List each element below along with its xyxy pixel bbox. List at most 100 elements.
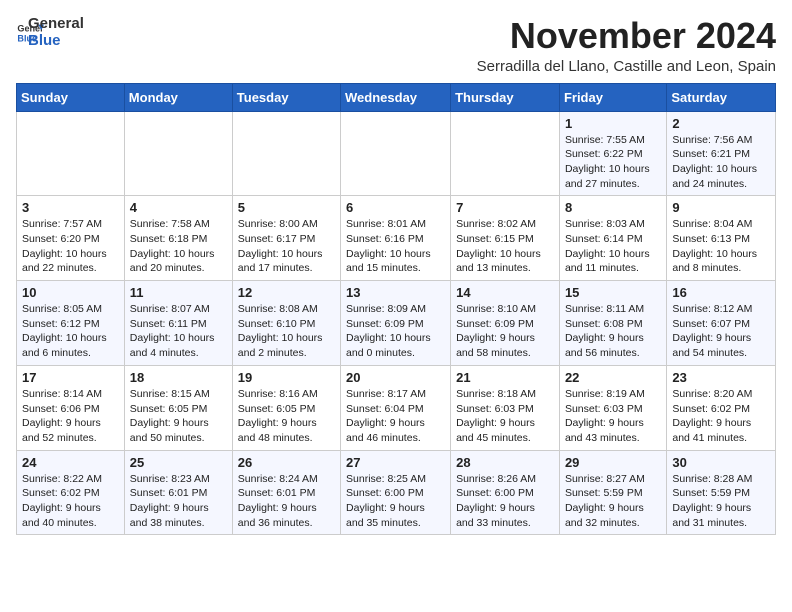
calendar-cell: 2 Sunrise: 7:56 AMSunset: 6:21 PMDaylight…	[667, 111, 776, 196]
subtitle: Serradilla del Llano, Castille and Leon,…	[477, 58, 776, 75]
weekday-header: Sunday	[17, 83, 125, 111]
calendar-week-row: 24 Sunrise: 8:22 AMSunset: 6:02 PMDayligh…	[17, 450, 776, 535]
page-header: General Blue General Blue November 2024 …	[16, 16, 776, 75]
day-number: 7	[456, 200, 554, 215]
day-number: 9	[672, 200, 770, 215]
calendar-cell: 10 Sunrise: 8:05 AMSunset: 6:12 PMDayligh…	[17, 281, 125, 366]
day-info: Sunrise: 8:26 AMSunset: 6:00 PMDaylight:…	[456, 472, 554, 531]
day-number: 5	[238, 200, 335, 215]
day-info: Sunrise: 8:08 AMSunset: 6:10 PMDaylight:…	[238, 302, 335, 361]
day-number: 3	[22, 200, 119, 215]
calendar-week-row: 3 Sunrise: 7:57 AMSunset: 6:20 PMDaylight…	[17, 196, 776, 281]
day-info: Sunrise: 8:02 AMSunset: 6:15 PMDaylight:…	[456, 217, 554, 276]
calendar-week-row: 1Sunrise: 7:55 AMSunset: 6:22 PMDaylight…	[17, 111, 776, 196]
calendar-cell: 22 Sunrise: 8:19 AMSunset: 6:03 PMDayligh…	[559, 365, 666, 450]
calendar-body: 1Sunrise: 7:55 AMSunset: 6:22 PMDaylight…	[17, 111, 776, 535]
day-number: 24	[22, 455, 119, 470]
calendar-cell: 27Sunrise: 8:25 AMSunset: 6:00 PMDayligh…	[341, 450, 451, 535]
calendar-cell: 7 Sunrise: 8:02 AMSunset: 6:15 PMDaylight…	[451, 196, 560, 281]
weekday-header: Tuesday	[232, 83, 340, 111]
day-number: 12	[238, 285, 335, 300]
day-info: Sunrise: 8:09 AMSunset: 6:09 PMDaylight:…	[346, 302, 445, 361]
day-info: Sunrise: 8:20 AMSunset: 6:02 PMDaylight:…	[672, 387, 770, 446]
day-number: 18	[130, 370, 227, 385]
calendar-cell	[232, 111, 340, 196]
calendar-cell: 5 Sunrise: 8:00 AMSunset: 6:17 PMDaylight…	[232, 196, 340, 281]
day-info: Sunrise: 7:57 AMSunset: 6:20 PMDaylight:…	[22, 217, 119, 276]
weekday-header: Wednesday	[341, 83, 451, 111]
calendar-cell: 9 Sunrise: 8:04 AMSunset: 6:13 PMDaylight…	[667, 196, 776, 281]
title-block: November 2024 Serradilla del Llano, Cast…	[477, 16, 776, 75]
logo: General Blue General Blue	[16, 16, 84, 49]
day-number: 8	[565, 200, 661, 215]
day-info: Sunrise: 8:07 AMSunset: 6:11 PMDaylight:…	[130, 302, 227, 361]
day-info: Sunrise: 8:23 AMSunset: 6:01 PMDaylight:…	[130, 472, 227, 531]
day-info: Sunrise: 8:03 AMSunset: 6:14 PMDaylight:…	[565, 217, 661, 276]
day-number: 13	[346, 285, 445, 300]
weekday-header: Thursday	[451, 83, 560, 111]
calendar-cell: 28 Sunrise: 8:26 AMSunset: 6:00 PMDayligh…	[451, 450, 560, 535]
day-info: Sunrise: 8:00 AMSunset: 6:17 PMDaylight:…	[238, 217, 335, 276]
calendar-cell: 15Sunrise: 8:11 AMSunset: 6:08 PMDayligh…	[559, 281, 666, 366]
calendar-cell	[451, 111, 560, 196]
day-info: Sunrise: 8:04 AMSunset: 6:13 PMDaylight:…	[672, 217, 770, 276]
day-number: 2	[672, 116, 770, 131]
calendar-week-row: 17 Sunrise: 8:14 AMSunset: 6:06 PMDayligh…	[17, 365, 776, 450]
day-number: 30	[672, 455, 770, 470]
day-info: Sunrise: 8:25 AMSunset: 6:00 PMDaylight:…	[346, 472, 445, 531]
calendar-cell: 6Sunrise: 8:01 AMSunset: 6:16 PMDaylight…	[341, 196, 451, 281]
calendar-cell: 3 Sunrise: 7:57 AMSunset: 6:20 PMDaylight…	[17, 196, 125, 281]
month-title: November 2024	[477, 16, 776, 56]
day-number: 10	[22, 285, 119, 300]
day-info: Sunrise: 8:12 AMSunset: 6:07 PMDaylight:…	[672, 302, 770, 361]
calendar-cell: 25 Sunrise: 8:23 AMSunset: 6:01 PMDayligh…	[124, 450, 232, 535]
day-number: 23	[672, 370, 770, 385]
calendar-week-row: 10 Sunrise: 8:05 AMSunset: 6:12 PMDayligh…	[17, 281, 776, 366]
day-info: Sunrise: 8:27 AMSunset: 5:59 PMDaylight:…	[565, 472, 661, 531]
day-info: Sunrise: 8:19 AMSunset: 6:03 PMDaylight:…	[565, 387, 661, 446]
day-info: Sunrise: 8:17 AMSunset: 6:04 PMDaylight:…	[346, 387, 445, 446]
day-number: 21	[456, 370, 554, 385]
day-info: Sunrise: 8:18 AMSunset: 6:03 PMDaylight:…	[456, 387, 554, 446]
calendar-cell: 23 Sunrise: 8:20 AMSunset: 6:02 PMDayligh…	[667, 365, 776, 450]
day-number: 20	[346, 370, 445, 385]
calendar-cell: 29Sunrise: 8:27 AMSunset: 5:59 PMDayligh…	[559, 450, 666, 535]
calendar-cell: 12 Sunrise: 8:08 AMSunset: 6:10 PMDayligh…	[232, 281, 340, 366]
calendar-cell: 16 Sunrise: 8:12 AMSunset: 6:07 PMDayligh…	[667, 281, 776, 366]
logo-blue-text: Blue	[28, 33, 84, 50]
calendar-cell: 1Sunrise: 7:55 AMSunset: 6:22 PMDaylight…	[559, 111, 666, 196]
day-info: Sunrise: 8:05 AMSunset: 6:12 PMDaylight:…	[22, 302, 119, 361]
calendar-cell: 14Sunrise: 8:10 AMSunset: 6:09 PMDayligh…	[451, 281, 560, 366]
calendar-cell	[17, 111, 125, 196]
calendar-cell: 13 Sunrise: 8:09 AMSunset: 6:09 PMDayligh…	[341, 281, 451, 366]
day-info: Sunrise: 8:14 AMSunset: 6:06 PMDaylight:…	[22, 387, 119, 446]
day-info: Sunrise: 8:15 AMSunset: 6:05 PMDaylight:…	[130, 387, 227, 446]
day-info: Sunrise: 7:58 AMSunset: 6:18 PMDaylight:…	[130, 217, 227, 276]
calendar-cell: 17 Sunrise: 8:14 AMSunset: 6:06 PMDayligh…	[17, 365, 125, 450]
day-number: 26	[238, 455, 335, 470]
day-number: 11	[130, 285, 227, 300]
day-info: Sunrise: 8:28 AMSunset: 5:59 PMDaylight:…	[672, 472, 770, 531]
day-number: 25	[130, 455, 227, 470]
day-number: 1	[565, 116, 661, 131]
calendar-cell: 21 Sunrise: 8:18 AMSunset: 6:03 PMDayligh…	[451, 365, 560, 450]
day-number: 22	[565, 370, 661, 385]
day-number: 17	[22, 370, 119, 385]
calendar-cell: 30 Sunrise: 8:28 AMSunset: 5:59 PMDayligh…	[667, 450, 776, 535]
day-info: Sunrise: 7:56 AMSunset: 6:21 PMDaylight:…	[672, 133, 770, 192]
calendar-cell: 20 Sunrise: 8:17 AMSunset: 6:04 PMDayligh…	[341, 365, 451, 450]
day-number: 28	[456, 455, 554, 470]
calendar-cell: 19Sunrise: 8:16 AMSunset: 6:05 PMDayligh…	[232, 365, 340, 450]
day-number: 4	[130, 200, 227, 215]
day-number: 16	[672, 285, 770, 300]
day-info: Sunrise: 8:10 AMSunset: 6:09 PMDaylight:…	[456, 302, 554, 361]
logo-general-text: General	[28, 16, 84, 33]
calendar-header: SundayMondayTuesdayWednesdayThursdayFrid…	[17, 83, 776, 111]
weekday-header: Friday	[559, 83, 666, 111]
calendar-cell: 11 Sunrise: 8:07 AMSunset: 6:11 PMDayligh…	[124, 281, 232, 366]
header-row: SundayMondayTuesdayWednesdayThursdayFrid…	[17, 83, 776, 111]
day-info: Sunrise: 8:22 AMSunset: 6:02 PMDaylight:…	[22, 472, 119, 531]
calendar-cell	[341, 111, 451, 196]
weekday-header: Saturday	[667, 83, 776, 111]
day-number: 15	[565, 285, 661, 300]
